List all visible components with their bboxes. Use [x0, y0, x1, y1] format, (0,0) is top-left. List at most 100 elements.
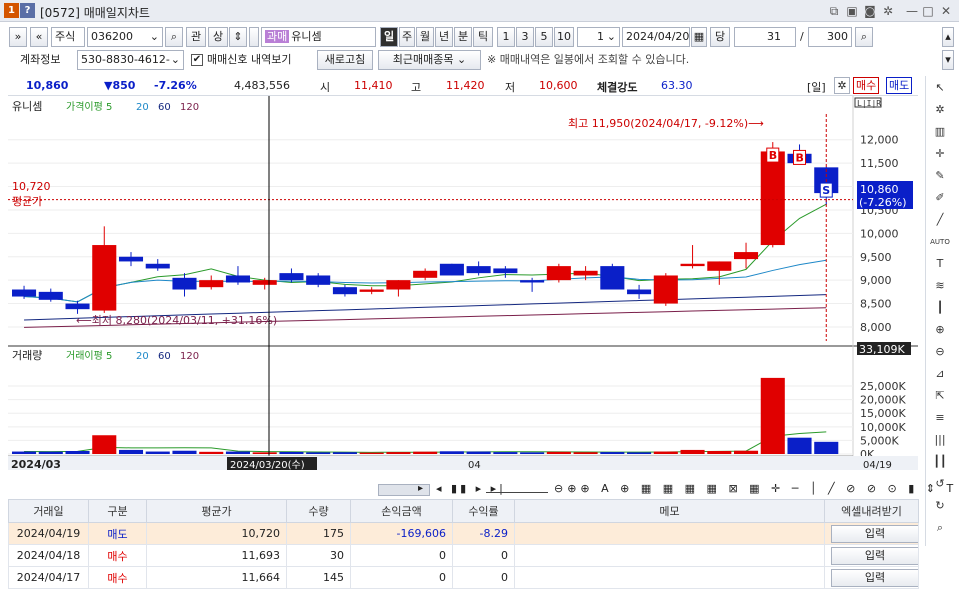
table-row[interactable]: 2024/04/17 매수 11,664 145 0 0 입력: [8, 566, 919, 589]
period-day[interactable]: 일: [380, 27, 398, 47]
gear-icon[interactable]: ✲: [880, 3, 896, 19]
col-qty[interactable]: 수량: [286, 499, 351, 523]
num-10[interactable]: 10: [554, 27, 574, 47]
scroll-up-icon[interactable]: ▴: [942, 27, 954, 47]
period-minute[interactable]: 분: [454, 27, 472, 47]
stock-code-input[interactable]: 036200 ⌄: [87, 27, 163, 47]
excel-download[interactable]: 엑셀내려받기: [824, 499, 919, 523]
col-date[interactable]: 거래일: [8, 499, 89, 523]
period-year[interactable]: 년: [435, 27, 453, 47]
col-avg[interactable]: 평균가: [146, 499, 287, 523]
pencil-icon[interactable]: ✎: [930, 166, 950, 186]
cell-date: 2024/04/19: [8, 522, 89, 545]
lines-icon[interactable]: ≡: [930, 408, 950, 428]
marker-icon[interactable]: ✐: [930, 188, 950, 208]
btn-upper[interactable]: 상: [208, 27, 228, 47]
zoom-out-icon[interactable]: ⊖: [930, 342, 950, 362]
zoom-in-icon[interactable]: ⊕: [930, 320, 950, 340]
memo-input-button[interactable]: 입력: [831, 546, 918, 565]
search-icon[interactable]: ⌕: [165, 27, 183, 47]
lir-toggle-text: L|I|R: [857, 99, 881, 108]
updown-spinner-icon[interactable]: ⇕: [229, 27, 247, 47]
candle-body: [386, 280, 411, 290]
candle-body: [279, 273, 304, 281]
cell-memo[interactable]: [514, 566, 825, 589]
help-icon[interactable]: ?: [20, 3, 35, 18]
table-row[interactable]: 2024/04/18 매수 11,693 30 0 0 입력: [8, 544, 919, 567]
camera-icon[interactable]: ◙: [862, 3, 878, 19]
crosshair-icon[interactable]: ✛: [930, 144, 950, 164]
date-input[interactable]: 2024/04/20: [622, 27, 690, 47]
trendline-icon[interactable]: ╱: [930, 210, 950, 230]
low-value: 10,600: [539, 79, 578, 92]
recent-trades-button[interactable]: 최근매매종목 ⌄: [378, 50, 481, 70]
bars-icon[interactable]: ┃┃: [930, 452, 950, 472]
col-rate[interactable]: 수익률: [452, 499, 515, 523]
period-week[interactable]: 주: [399, 27, 415, 47]
double-chevron-right-icon[interactable]: »: [9, 27, 27, 47]
zoom-slider[interactable]: [486, 485, 548, 493]
num-3[interactable]: 3: [516, 27, 534, 47]
chart-tool-icons[interactable]: ⊖⊕⊕ A ⊕ ▦ ▦ ▦ ▦ ⊠ ▦ ✛ ─ │ ╱ ⊘ ⊘ ⊙ ▮ ⇕ T …: [554, 482, 959, 495]
chart-settings-icon[interactable]: ✲: [834, 77, 850, 94]
spacer-button[interactable]: [249, 27, 259, 47]
current-price-tag: 10,860 (-7.26%): [857, 181, 913, 209]
magnify-icon[interactable]: ⌕: [930, 518, 950, 538]
scroll-right-icon[interactable]: ▸: [418, 483, 423, 494]
pin-icon[interactable]: ⧉: [826, 3, 842, 19]
price-change: ▼850: [104, 79, 136, 92]
minimize-icon[interactable]: —: [904, 3, 920, 19]
indicator-icon[interactable]: ▥: [930, 122, 950, 142]
memo-input-button[interactable]: 입력: [831, 524, 918, 543]
copy-icon[interactable]: ▣: [844, 3, 860, 19]
refresh-button[interactable]: 새로고침: [317, 50, 373, 70]
market-select[interactable]: 주식: [51, 27, 85, 47]
columns-icon[interactable]: |||: [930, 430, 950, 450]
text-icon[interactable]: T: [930, 254, 950, 274]
settings-icon[interactable]: ✲: [930, 100, 950, 120]
signal-checkbox[interactable]: ✔: [191, 54, 203, 66]
legend-ma120: 120: [180, 102, 199, 113]
open-label: 시: [320, 81, 331, 94]
btn-interest[interactable]: 관: [186, 27, 206, 47]
total-count-field[interactable]: 300: [808, 27, 852, 47]
memo-input-button[interactable]: 입력: [831, 568, 918, 587]
cell-memo[interactable]: [514, 544, 825, 567]
col-type[interactable]: 구분: [88, 499, 147, 523]
today-button[interactable]: 당: [710, 27, 730, 47]
sell-button[interactable]: 매도: [886, 77, 913, 94]
measure-icon[interactable]: ⊿: [930, 364, 950, 384]
candle-icon[interactable]: ┃: [930, 298, 950, 318]
buy-button[interactable]: 매수: [853, 77, 880, 94]
cell-qty: 175: [286, 522, 351, 545]
candle-body: [520, 280, 545, 283]
maximize-icon[interactable]: □: [920, 3, 936, 19]
table-row[interactable]: 2024/04/19 매도 10,720 175 -169,606 -8.29 …: [8, 522, 919, 545]
num-5[interactable]: 5: [535, 27, 553, 47]
interval-select[interactable]: 1 ⌄: [577, 27, 620, 47]
count-input[interactable]: 31: [734, 27, 796, 47]
cell-action: 입력: [824, 522, 919, 545]
annotation-low: ⟵최저 8,280(2024/03/11, +31.16%): [76, 314, 277, 327]
double-chevron-up-icon[interactable]: «: [30, 27, 48, 47]
pointer-icon[interactable]: ↖: [930, 78, 950, 98]
col-pnl[interactable]: 손익금액: [350, 499, 453, 523]
volume-bar: [439, 451, 464, 454]
redo-icon[interactable]: ↻: [930, 496, 950, 516]
cell-date: 2024/04/17: [8, 566, 89, 589]
price-volume-chart[interactable]: 12,00011,50011,00010,50010,0009,5009,000…: [8, 96, 918, 470]
scroll-down-icon[interactable]: ▾: [942, 50, 954, 70]
col-memo[interactable]: 메모: [514, 499, 825, 523]
account-select[interactable]: 530-8830-4612- ⌄: [77, 50, 184, 70]
period-month[interactable]: 월: [416, 27, 434, 47]
zoom-search-icon[interactable]: ⌕: [855, 27, 873, 47]
period-tick[interactable]: 틱: [473, 27, 493, 47]
volume-tick-label: 5,000K: [860, 434, 899, 447]
calendar-icon[interactable]: ▦: [691, 27, 707, 47]
close-icon[interactable]: ✕: [938, 3, 954, 19]
fibonacci-icon[interactable]: ≋: [930, 276, 950, 296]
cursor-icon[interactable]: ⇱: [930, 386, 950, 406]
num-1[interactable]: 1: [497, 27, 515, 47]
auto-icon[interactable]: AUTO: [930, 232, 950, 252]
cell-memo[interactable]: [514, 522, 825, 545]
